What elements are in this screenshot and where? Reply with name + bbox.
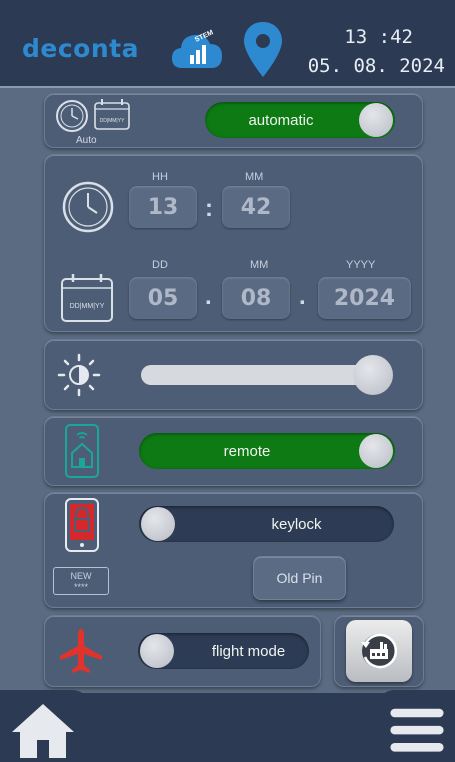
day-field[interactable]: 05 <box>129 277 197 319</box>
new-pin-stars: **** <box>73 582 88 592</box>
home-icon[interactable] <box>8 700 78 760</box>
brand-logo: deconta <box>22 34 139 63</box>
flight-mode-toggle[interactable]: flight mode <box>138 633 309 669</box>
calendar-icon-text: DD|MM|YY <box>70 303 105 310</box>
toggle-knob[interactable] <box>359 103 393 137</box>
menu-icon[interactable] <box>387 704 447 758</box>
calendar-icon: DD|MM|YY <box>61 274 113 322</box>
minute-label: MM <box>245 171 264 183</box>
time-separator: : <box>205 195 213 222</box>
brightness-slider-knob[interactable] <box>353 355 393 395</box>
hh-label: HH <box>152 171 168 183</box>
lock-phone-icon <box>65 498 99 552</box>
hour-field[interactable]: 13 <box>129 186 197 228</box>
remote-phone-icon <box>65 424 99 478</box>
new-pin-badge[interactable]: NEW **** <box>53 567 109 595</box>
toggle-knob[interactable] <box>141 507 175 541</box>
dd-label: DD <box>152 259 168 271</box>
month-field[interactable]: 08 <box>222 277 290 319</box>
clock-icon <box>62 181 114 233</box>
factory-reset-icon <box>361 633 397 669</box>
home-tab[interactable] <box>0 690 92 762</box>
year-field[interactable]: 2024 <box>318 277 411 319</box>
airplane-icon <box>60 629 102 673</box>
brightness-icon <box>57 353 101 397</box>
cloud-signal-icon: STEM <box>172 29 222 68</box>
brightness-slider[interactable] <box>141 365 385 385</box>
automatic-toggle-label: automatic <box>248 111 314 129</box>
automatic-toggle[interactable]: automatic <box>205 102 395 138</box>
keylock-toggle-label: keylock <box>271 515 322 533</box>
remote-toggle-label: remote <box>223 442 271 460</box>
auto-label: Auto <box>76 135 97 146</box>
yyyy-label: YYYY <box>346 259 376 271</box>
header-date: 05. 08. 2024 <box>307 55 445 77</box>
auto-calendar-text: DD|MM|YY <box>100 118 125 124</box>
date-separator-1: . <box>205 283 212 310</box>
minute-field[interactable]: 42 <box>222 186 290 228</box>
new-pin-label: NEW <box>70 571 92 581</box>
location-pin-icon[interactable] <box>241 20 285 80</box>
header-time: 13 :42 <box>344 26 413 48</box>
auto-clock-calendar-icon: DD|MM|YY <box>56 99 130 132</box>
toggle-knob[interactable] <box>359 434 393 468</box>
date-separator-2: . <box>299 283 306 310</box>
old-pin-button[interactable]: Old Pin <box>253 556 346 600</box>
month-label: MM <box>250 259 269 271</box>
flight-mode-toggle-label: flight mode <box>211 642 286 660</box>
menu-tab[interactable] <box>375 690 455 762</box>
factory-reset-button[interactable] <box>346 620 412 682</box>
toggle-knob[interactable] <box>140 634 174 668</box>
header-bar: deconta STEM 13 :42 05. 08. 2024 <box>0 0 455 88</box>
remote-toggle[interactable]: remote <box>139 433 395 469</box>
keylock-toggle[interactable]: keylock <box>139 506 394 542</box>
